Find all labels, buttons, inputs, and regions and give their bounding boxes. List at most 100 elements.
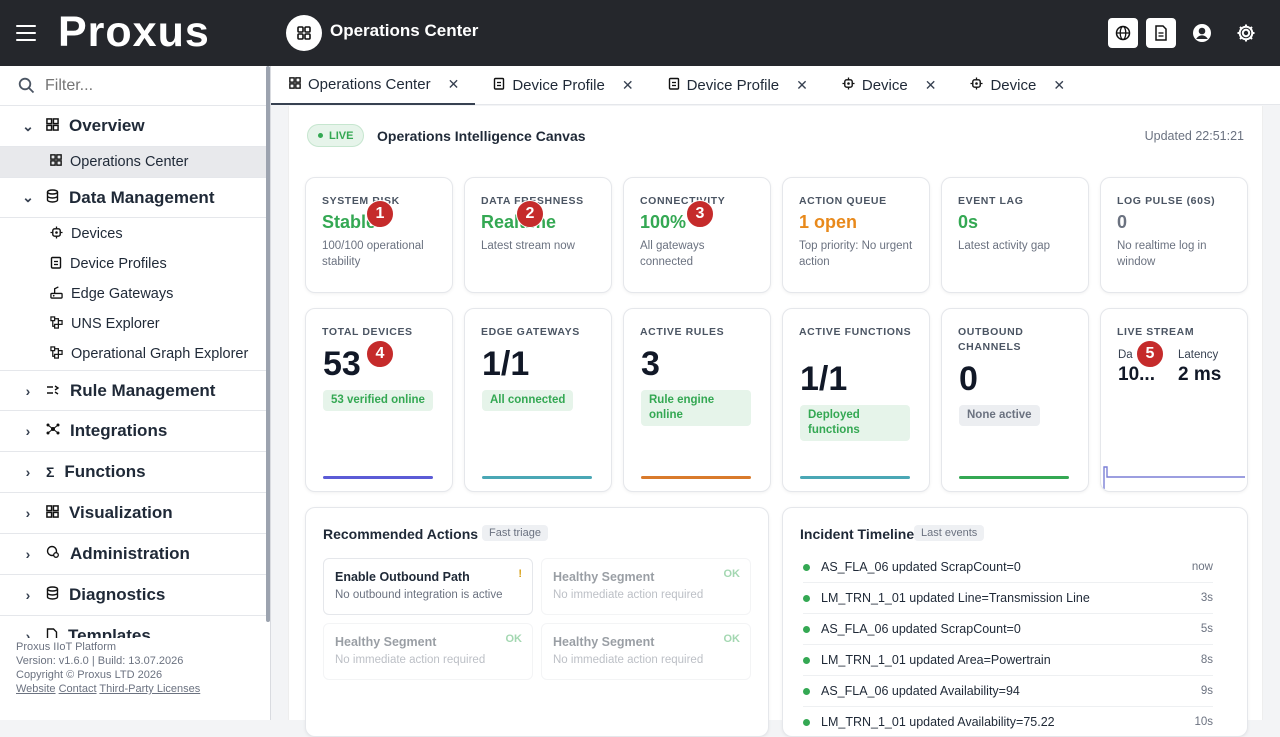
kpi-card-connectivity[interactable]: CONNECTIVITY 100% All gateways connected: [623, 177, 771, 293]
network-icon: [46, 421, 60, 441]
chevron-down-icon: ⌄: [22, 117, 34, 134]
sidebar-item-devices[interactable]: Devices: [0, 219, 270, 249]
close-icon[interactable]: ✕: [925, 77, 937, 94]
tab-device[interactable]: Device ✕: [952, 66, 1081, 105]
sidebar-item-operational-graph-explorer[interactable]: Operational Graph Explorer: [0, 339, 270, 369]
filter-input[interactable]: [45, 76, 245, 95]
website-link[interactable]: Website: [16, 683, 56, 695]
section-label: Overview: [69, 116, 145, 135]
recommended-action-card[interactable]: Enable Outbound Path No outbound integra…: [323, 558, 533, 615]
sidebar-item-device-profiles[interactable]: Device Profiles: [0, 249, 270, 279]
clipboard-icon: [668, 77, 680, 94]
stat-card-live-stream[interactable]: LIVE STREAM Da 10... Latency 2 ms: [1100, 308, 1248, 492]
kpi-card-action-queue[interactable]: ACTION QUEUE 1 open Top priority: No urg…: [782, 177, 930, 293]
annotation-marker-3: 3: [686, 200, 714, 228]
product-name: Proxus IIoT Platform: [16, 641, 117, 653]
timeline-event[interactable]: AS_FLA_06 updated Availability=94 9s: [803, 676, 1213, 707]
close-icon[interactable]: ✕: [448, 76, 460, 93]
stat-bar: [641, 476, 751, 479]
kpi-card-system-risk[interactable]: SYSTEM RISK Stable 100/100 operational s…: [305, 177, 453, 293]
timeline-event[interactable]: AS_FLA_06 updated ScrapCount=0 5s: [803, 614, 1213, 645]
contact-link[interactable]: Contact: [59, 683, 97, 695]
stat-card-edge-gateways[interactable]: EDGE GATEWAYS 1/1 All connected: [464, 308, 612, 492]
event-text: LM_TRN_1_01 updated Area=Powertrain: [821, 653, 1051, 667]
annotation-marker-2: 2: [516, 200, 544, 228]
stream-col1-label: Da: [1118, 349, 1133, 361]
licenses-link[interactable]: Third-Party Licenses: [99, 683, 200, 695]
event-time: 10s: [1194, 716, 1213, 728]
kpi-card-data-freshness[interactable]: DATA FRESHNESS Realtime Latest stream no…: [464, 177, 612, 293]
status-dot: [803, 594, 810, 602]
tab-bar: Operations Center ✕ Device Profile ✕ Dev…: [271, 66, 1280, 105]
sidebar-section-diagnostics[interactable]: › Diagnostics: [0, 575, 270, 616]
stat-value: 53: [323, 345, 361, 383]
stat-label: ACTIVE FUNCTIONS: [799, 326, 912, 338]
gear-icon[interactable]: [1231, 18, 1261, 48]
timeline-event[interactable]: AS_FLA_06 updated ScrapCount=0 now: [803, 552, 1213, 583]
chevron-right-icon: ›: [25, 587, 31, 603]
action-title: Healthy Segment: [335, 635, 437, 649]
stat-card-active-rules[interactable]: ACTIVE RULES 3 Rule engine online: [623, 308, 771, 492]
globe-icon[interactable]: [1108, 18, 1138, 48]
event-text: LM_TRN_1_01 updated Availability=75.22: [821, 715, 1055, 729]
version-info: Version: v1.6.0 | Build: 13.07.2026: [16, 655, 184, 667]
sidebar-section-overview[interactable]: ⌄ Overview: [0, 106, 270, 147]
recommended-action-card[interactable]: Healthy Segment No immediate action requ…: [541, 558, 751, 615]
grid-icon: [286, 15, 322, 51]
close-icon[interactable]: ✕: [796, 77, 808, 94]
stat-card-total-devices[interactable]: TOTAL DEVICES 53 53 verified online: [305, 308, 453, 492]
document-icon[interactable]: [1146, 18, 1176, 48]
tab-operations-center[interactable]: Operations Center ✕: [271, 66, 476, 105]
action-desc: No immediate action required: [553, 589, 704, 601]
sidebar-item-operations-center[interactable]: Operations Center: [0, 147, 270, 177]
stream-sparkline: [1103, 466, 1245, 489]
stat-label: LIVE STREAM: [1117, 326, 1195, 338]
timeline-event[interactable]: LM_TRN_1_01 updated Line=Transmission Li…: [803, 583, 1213, 614]
stat-label: ACTIVE RULES: [640, 326, 725, 338]
action-title: Healthy Segment: [553, 635, 655, 649]
kpi-card-log-pulse[interactable]: LOG PULSE (60S) 0 No realtime log in win…: [1100, 177, 1248, 293]
sidebar-section-functions[interactable]: › Σ Functions: [0, 452, 270, 493]
sidebar-section-data-management[interactable]: ⌄ Data Management: [0, 177, 270, 218]
user-avatar-icon[interactable]: [1187, 18, 1217, 48]
panel-title: Recommended Actions: [323, 526, 479, 542]
tab-device-profile[interactable]: Device Profile ✕: [650, 66, 824, 105]
sidebar-section-administration[interactable]: › Administration: [0, 534, 270, 575]
app-logo[interactable]: Proxus: [58, 8, 210, 57]
recommended-action-card[interactable]: Healthy Segment No immediate action requ…: [323, 623, 533, 680]
sidebar-filter: [0, 66, 270, 106]
menu-icon[interactable]: [16, 25, 36, 41]
timeline-event[interactable]: LM_TRN_1_01 updated Availability=75.22 10…: [803, 707, 1213, 736]
timeline-event[interactable]: LM_TRN_1_01 updated Area=Powertrain 8s: [803, 645, 1213, 676]
stat-pill: Deployed functions: [800, 405, 910, 441]
sidebar-item-uns-explorer[interactable]: UNS Explorer: [0, 309, 270, 339]
clipboard-icon: [50, 256, 62, 273]
stat-card-active-functions[interactable]: ACTIVE FUNCTIONS 1/1 Deployed functions: [782, 308, 930, 492]
kpi-card-event-lag[interactable]: EVENT LAG 0s Latest activity gap: [941, 177, 1089, 293]
close-icon[interactable]: ✕: [1053, 77, 1065, 94]
fast-triage-chip: Fast triage: [482, 525, 548, 541]
live-label: LIVE: [329, 129, 354, 142]
tab-device-profile[interactable]: Device Profile ✕: [475, 66, 649, 105]
search-icon: [18, 77, 35, 94]
sidebar-section-rule-management[interactable]: › Rule Management: [0, 370, 270, 411]
sidebar-section-integrations[interactable]: › Integrations: [0, 411, 270, 452]
action-desc: No immediate action required: [335, 654, 486, 666]
database-icon: [46, 585, 59, 605]
sidebar-scrollbar[interactable]: [266, 66, 270, 622]
sidebar-footer: Proxus IIoT Platform Version: v1.6.0 | B…: [0, 638, 270, 720]
status-dot: [803, 625, 810, 633]
sidebar-item-edge-gateways[interactable]: Edge Gateways: [0, 279, 270, 309]
close-icon[interactable]: ✕: [622, 77, 634, 94]
sidebar-section-visualization[interactable]: › Visualization: [0, 493, 270, 534]
status-dot: [803, 563, 810, 571]
kpi-subtext: Latest activity gap: [958, 240, 1051, 252]
tab-label: Device Profile: [512, 77, 605, 94]
recommended-action-card[interactable]: Healthy Segment No immediate action requ…: [541, 623, 751, 680]
stat-label: OUTBOUND CHANNELS: [958, 326, 1024, 353]
stat-label: TOTAL DEVICES: [322, 326, 413, 338]
clipboard-icon: [493, 77, 505, 94]
annotation-marker-1: 1: [366, 200, 394, 228]
stat-card-outbound-channels[interactable]: OUTBOUND CHANNELS 0 None active: [941, 308, 1089, 492]
tab-device[interactable]: Device ✕: [824, 66, 953, 105]
